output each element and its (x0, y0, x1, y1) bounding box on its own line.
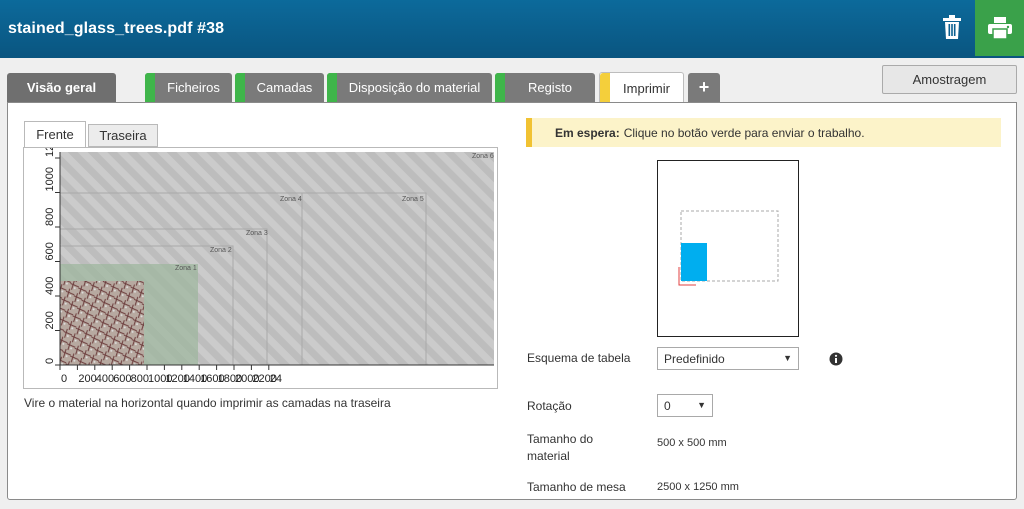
tab-media-layout-label: Disposição do material (348, 80, 481, 95)
subtab-front[interactable]: Frente (24, 121, 86, 147)
tab-files-label: Ficheiros (167, 80, 220, 95)
media-preview-canvas (678, 210, 779, 286)
x-tick-label: 0 (61, 373, 67, 385)
media-preview (657, 160, 799, 337)
tab-media-layout[interactable]: Disposição do material (327, 73, 492, 102)
status-notice: Em espera: Clique no botão verde para en… (526, 118, 1001, 147)
x-tick-label: 800 (131, 373, 149, 385)
tab-registration[interactable]: Registo (495, 73, 595, 102)
tab-print[interactable]: Imprimir (599, 72, 684, 103)
y-tick-label: 0 (44, 358, 56, 364)
media-size-value: 500 x 500 mm (657, 437, 727, 449)
status-message: Clique no botão verde para enviar o trab… (623, 125, 865, 140)
trash-icon (943, 15, 961, 39)
tab-media-layout-status (327, 73, 337, 102)
scheme-label: Esquema de tabela (527, 351, 631, 365)
y-tick-label: 1200 (44, 148, 56, 157)
y-axis-ruler: 0 200 400 600 800 1000 1200 (44, 133, 60, 366)
dropdown-arrow-icon: ▼ (697, 400, 706, 410)
tab-registration-status (495, 73, 505, 102)
x-tick-label: 24 (270, 373, 282, 385)
zone-label: Zona 6 (472, 153, 494, 160)
x-tick-label: 200 (78, 373, 96, 385)
rotation-value: 0 (664, 398, 671, 413)
flip-caption: Vire o material na horizontal quando imp… (24, 396, 391, 410)
dropdown-arrow-icon: ▼ (783, 353, 792, 363)
rotation-label: Rotação (527, 399, 572, 413)
job-title: stained_glass_trees.pdf #38 (8, 20, 225, 37)
table-preview-canvas: Zona 1 Zona 2 Zona 3 Zona 4 Zona 5 Zona … (44, 133, 494, 385)
sample-button[interactable]: Amostragem (882, 65, 1017, 94)
y-tick-label: 1000 (44, 167, 56, 191)
placed-image (681, 243, 707, 281)
table-preview: Zona 1 Zona 2 Zona 3 Zona 4 Zona 5 Zona … (23, 133, 498, 389)
plus-icon: + (698, 77, 710, 97)
app-header: stained_glass_trees.pdf #38 (0, 0, 1024, 58)
zone-label: Zona 5 (402, 196, 424, 203)
table-size-label: Tamanho de mesa (527, 480, 626, 494)
tab-overview-label: Visão geral (26, 80, 97, 95)
delete-button[interactable] (935, 10, 969, 44)
subtab-back[interactable]: Traseira (88, 124, 158, 147)
zone-label: Zona 2 (210, 247, 232, 254)
tab-files-status (145, 73, 155, 102)
y-tick-label: 400 (44, 277, 56, 295)
y-tick-label: 600 (44, 242, 56, 260)
tab-layers[interactable]: Camadas (235, 73, 324, 102)
print-button[interactable] (975, 0, 1024, 56)
y-tick-label: 800 (44, 208, 56, 226)
media-size-label: Tamanho do material (527, 432, 594, 463)
printer-icon (987, 17, 1012, 39)
rotation-select[interactable]: 0 ▼ (657, 394, 713, 417)
table-size-value: 2500 x 1250 mm (657, 481, 739, 493)
y-tick-label: 200 (44, 311, 56, 329)
tab-overview[interactable]: Visão geral (7, 73, 116, 102)
tab-files[interactable]: Ficheiros (145, 73, 232, 102)
zone-label: Zona 4 (280, 196, 302, 203)
add-tab-button[interactable]: + (688, 73, 720, 102)
scheme-value: Predefinido (664, 351, 725, 366)
tab-print-label: Imprimir (623, 80, 670, 96)
x-axis-ruler: 0 200 400 600 800 100012001400160018002000220… (59, 365, 282, 385)
job-image (60, 281, 144, 365)
zone-label: Zona 3 (246, 230, 268, 237)
scheme-select[interactable]: Predefinido ▼ (657, 347, 799, 370)
info-icon[interactable] (829, 352, 843, 366)
zone-label: Zona 1 (175, 265, 197, 272)
tab-registration-label: Registo (527, 80, 573, 95)
tab-layers-label: Camadas (256, 80, 313, 95)
x-tick-label: 400 (96, 373, 114, 385)
tab-layers-status (235, 73, 245, 102)
tab-print-status (600, 73, 610, 103)
x-tick-label: 600 (113, 373, 131, 385)
status-label: Em espera: (555, 125, 620, 140)
